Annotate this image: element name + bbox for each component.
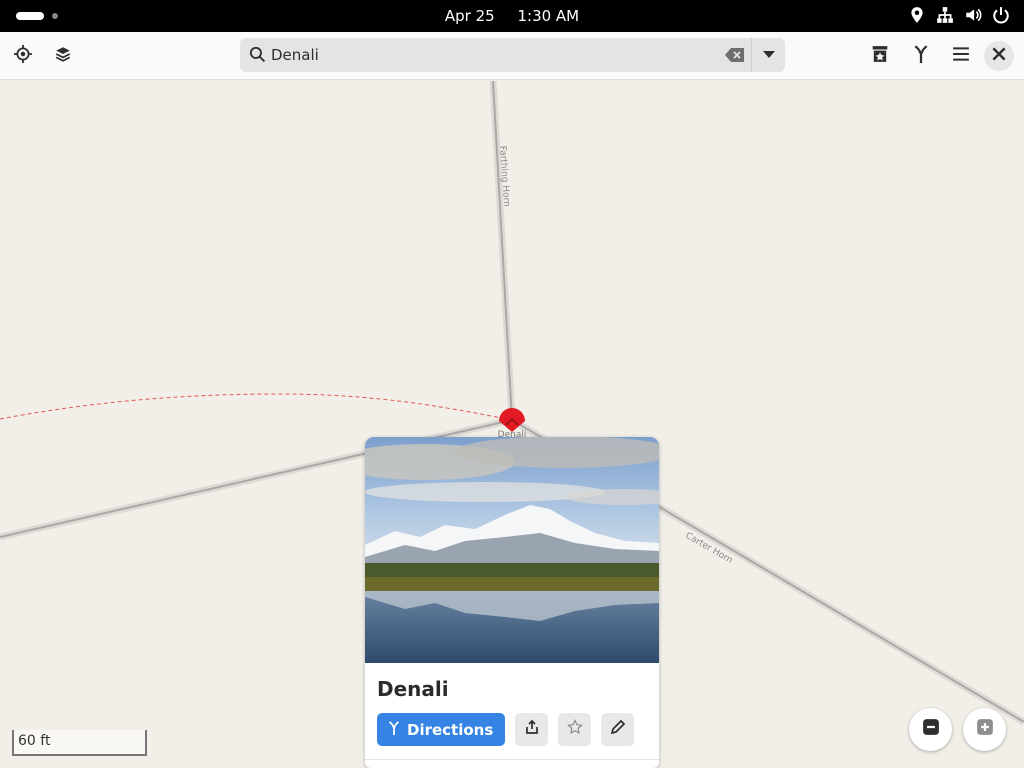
layers-icon bbox=[54, 45, 72, 68]
place-card: Denali Directions bbox=[365, 437, 659, 768]
edit-button[interactable] bbox=[601, 713, 635, 746]
directions-button[interactable]: Directions bbox=[377, 713, 506, 746]
favorite-star-icon bbox=[566, 719, 583, 740]
favorites-button[interactable] bbox=[863, 39, 897, 73]
close-icon bbox=[990, 45, 1008, 68]
close-window-button[interactable] bbox=[984, 41, 1014, 71]
my-location-button[interactable] bbox=[6, 39, 40, 73]
favorite-button[interactable] bbox=[558, 713, 592, 746]
volume-icon bbox=[964, 6, 982, 24]
main-menu-button[interactable] bbox=[944, 39, 978, 73]
menu-icon bbox=[952, 45, 970, 68]
system-tray[interactable] bbox=[908, 6, 1010, 24]
clock-time: 1:30 AM bbox=[517, 7, 580, 25]
search-icon bbox=[249, 46, 266, 63]
share-icon bbox=[524, 719, 540, 740]
card-divider bbox=[365, 759, 659, 760]
my-location-icon bbox=[14, 44, 32, 68]
system-top-bar: Apr 25 1:30 AM bbox=[0, 0, 1024, 32]
power-icon bbox=[992, 6, 1010, 24]
search-input[interactable] bbox=[271, 44, 711, 66]
layers-button[interactable] bbox=[46, 39, 80, 73]
route-icon bbox=[912, 44, 930, 68]
clock-date: Apr 25 bbox=[444, 7, 495, 25]
place-photo bbox=[365, 437, 659, 663]
zoom-in-button[interactable] bbox=[963, 708, 1006, 751]
route-planner-button[interactable] bbox=[904, 39, 938, 73]
zoom-in-icon bbox=[976, 718, 994, 741]
directions-label: Directions bbox=[407, 720, 494, 739]
share-button[interactable] bbox=[515, 713, 549, 746]
header-bar bbox=[0, 32, 1024, 80]
place-title: Denali bbox=[377, 677, 449, 701]
clock[interactable]: Apr 25 1:30 AM bbox=[0, 7, 1024, 25]
zoom-out-button[interactable] bbox=[909, 708, 952, 751]
network-icon bbox=[936, 6, 954, 24]
location-icon bbox=[908, 6, 926, 24]
chevron-down-icon bbox=[762, 46, 775, 64]
zoom-out-icon bbox=[922, 718, 940, 741]
favorites-icon bbox=[871, 45, 889, 68]
edit-icon bbox=[610, 719, 626, 740]
route-icon bbox=[387, 720, 401, 739]
clear-search-icon[interactable] bbox=[724, 46, 746, 64]
map-scale: 60 ft bbox=[12, 730, 147, 756]
search-options-dropdown[interactable] bbox=[752, 38, 785, 72]
place-actions: Directions bbox=[377, 713, 635, 746]
search-bar bbox=[240, 38, 785, 72]
